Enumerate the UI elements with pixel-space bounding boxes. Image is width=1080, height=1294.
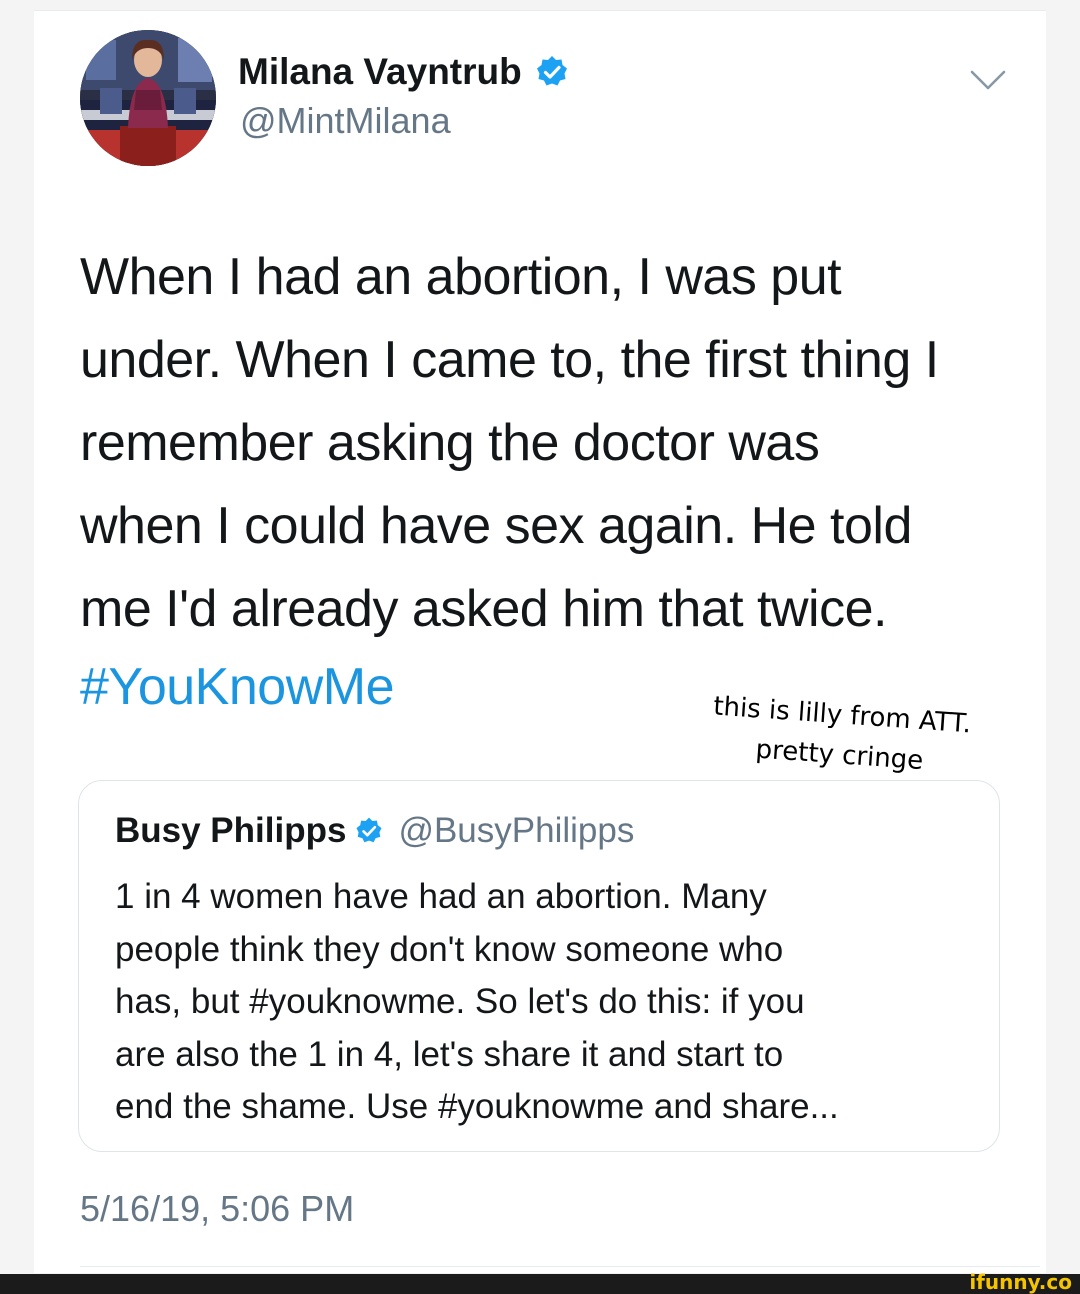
quoted-tweet-header: Busy Philipps @BusyPhilipps (115, 809, 634, 853)
verified-badge-icon (356, 817, 382, 843)
quoted-tweet[interactable]: Busy Philipps @BusyPhilipps 1 in 4 women… (78, 780, 1000, 1152)
tweet-timestamp[interactable]: 5/16/19, 5:06 PM (80, 1188, 354, 1230)
profile-photo-icon (80, 30, 216, 166)
author-display-name[interactable]: Milana Vayntrub (238, 51, 522, 93)
tweet-body: When I had an abortion, I was put under.… (80, 236, 1040, 651)
quoted-text-line: are also the 1 in 4, let's share it and … (115, 1034, 784, 1074)
tweet-text-line: under. When I came to, the first thing I (80, 331, 939, 389)
chevron-down-icon[interactable] (962, 64, 1014, 94)
quoted-author-name: Busy Philipps (115, 811, 347, 850)
footer-bar: ifunny.co (0, 1270, 1080, 1294)
tweet-text-line: when I could have sex again. He told (80, 497, 912, 555)
author-handle[interactable]: @MintMilana (240, 100, 451, 142)
tweet-text-line: remember asking the doctor was (80, 414, 820, 472)
author-name-row[interactable]: Milana Vayntrub (238, 50, 570, 94)
ifunny-watermark: ifunny.co (969, 1270, 1072, 1294)
verified-badge-icon (536, 56, 567, 86)
quoted-tweet-body: 1 in 4 women have had an abortion. Many … (115, 871, 985, 1134)
divider (80, 1266, 1040, 1267)
quoted-author-handle: @BusyPhilipps (398, 811, 635, 850)
quoted-text-line: end the shame. Use #youknowme and share.… (115, 1087, 839, 1126)
hashtag-link[interactable]: #YouKnowMe (80, 652, 394, 722)
quoted-text-line: 1 in 4 women have had an abortion. Many (115, 877, 767, 916)
tweet-text-line: me I'd already asked him that twice. (80, 580, 887, 638)
avatar[interactable] (80, 30, 216, 166)
tweet-text-line: When I had an abortion, I was put (80, 248, 842, 306)
quoted-text-line: people think they don't know someone who (115, 929, 784, 969)
quoted-text-line: has, but #youknowme. So let's do this: i… (115, 982, 805, 1021)
